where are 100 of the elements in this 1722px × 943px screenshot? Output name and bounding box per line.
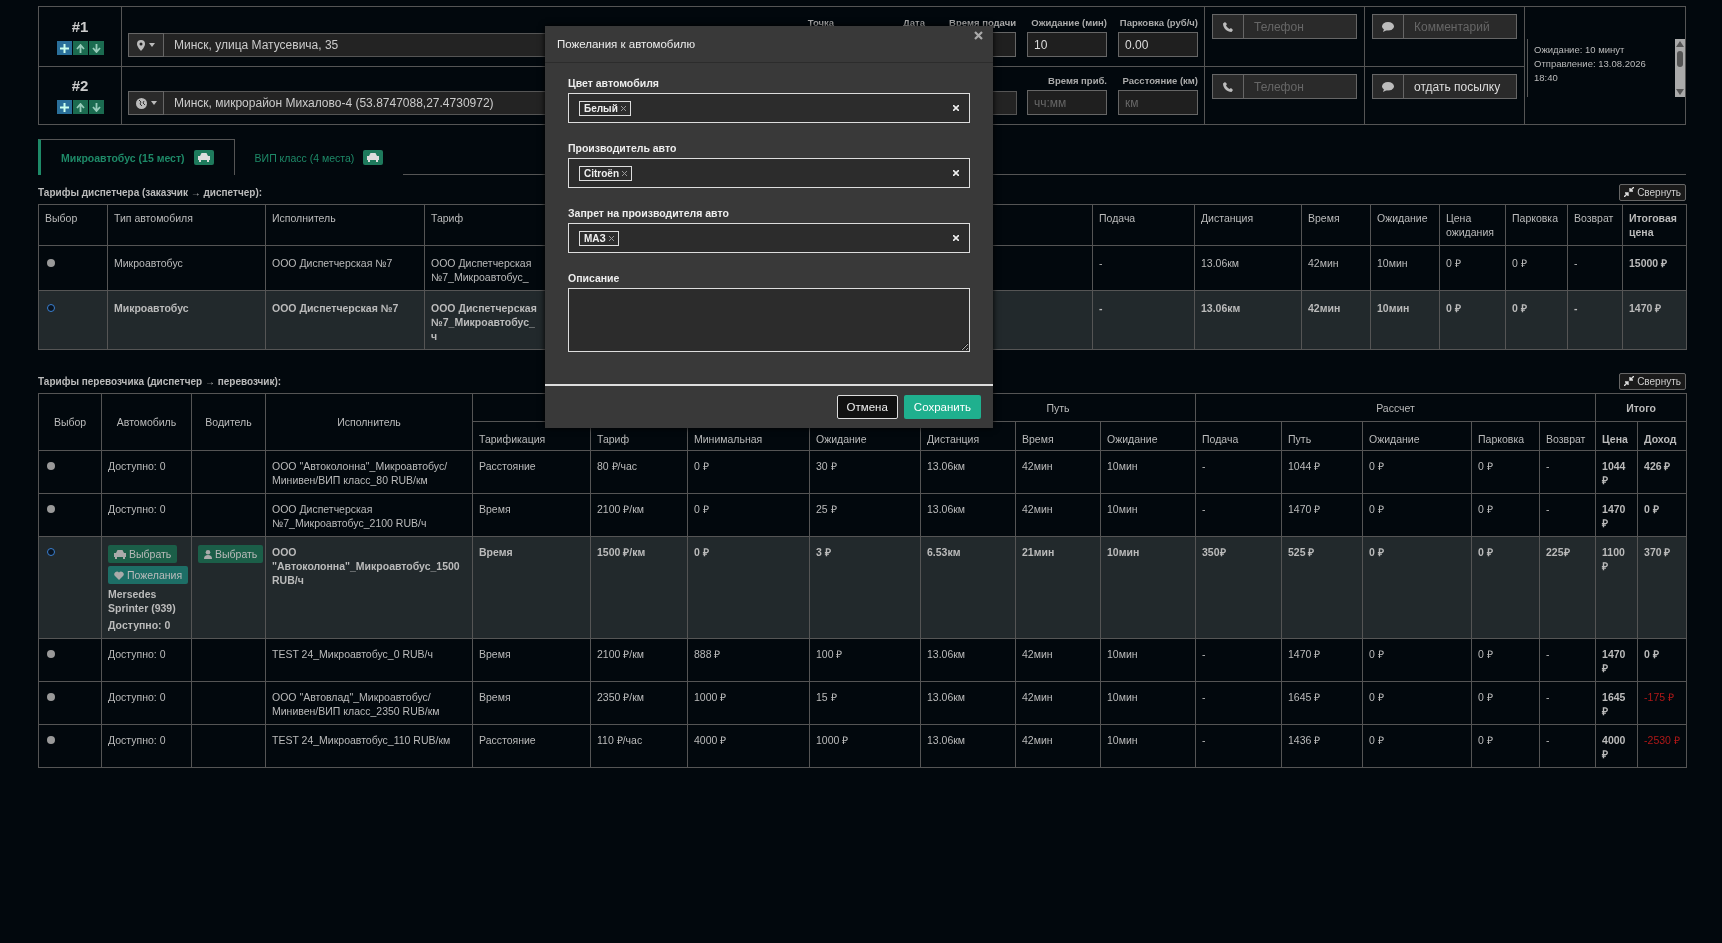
clear-icon[interactable]: [953, 235, 959, 241]
table-cell: Расстояние: [479, 733, 536, 747]
table-cell: 888 ₽: [694, 647, 721, 661]
table-cell: 15 ₽: [816, 690, 837, 704]
table-cell: 370 ₽: [1644, 545, 1671, 559]
cancel-button[interactable]: Отмена: [836, 395, 898, 419]
table-cell: 10мин: [1107, 459, 1138, 473]
table-cell: 0 ₽: [1478, 647, 1493, 661]
column-header: Итоговая цена: [1629, 212, 1677, 238]
table-cell: 2100 ₽/км: [597, 647, 644, 661]
add-stop-button[interactable]: [56, 41, 72, 55]
tag-chip[interactable]: МАЗ: [579, 230, 619, 246]
remove-icon[interactable]: [622, 170, 627, 176]
location-dropdown[interactable]: [128, 33, 164, 57]
radio-button[interactable]: [47, 259, 55, 267]
table-cell: -: [1574, 256, 1578, 270]
table-cell: 10мин: [1107, 502, 1138, 516]
phone-icon: [1223, 81, 1233, 92]
radio-button[interactable]: [47, 462, 55, 470]
table-cell: 525 ₽: [1288, 545, 1315, 559]
table-cell: 1500 ₽/км: [597, 545, 646, 559]
table-cell: 100 ₽: [816, 647, 843, 661]
move-down-button[interactable]: [88, 41, 104, 55]
text-field[interactable]: 10: [1027, 32, 1107, 57]
add-stop-button[interactable]: [56, 100, 72, 114]
globe-icon: [135, 97, 147, 109]
field-label: Парковка (руб/ч): [1119, 17, 1198, 28]
table-cell-text: ООО "Автоколонна"_Микроавтобус_1500 RUB/ч: [272, 545, 461, 587]
text-field[interactable]: км: [1118, 90, 1198, 115]
comment-field[interactable]: отдать посылку: [1404, 74, 1517, 99]
table-cell: 0 ₽: [1369, 690, 1384, 704]
tag-select[interactable]: МАЗ: [568, 223, 970, 253]
table-cell: 1000 ₽: [694, 690, 727, 704]
table-cell: 42мин: [1022, 733, 1053, 747]
table-cell: 6.53км: [927, 545, 961, 559]
table-cell: 1000 ₽: [816, 733, 849, 747]
table-cell: TEST 24_Микроавтобус_0 RUB/ч: [272, 647, 433, 661]
clear-icon[interactable]: [953, 105, 959, 111]
section-title: Тарифы перевозчика (диспетчер → перевозчик):: [38, 375, 282, 387]
table-cell: 10мин: [1377, 256, 1408, 270]
radio-button[interactable]: [47, 650, 55, 658]
availability-text: Доступно: 0: [108, 459, 166, 473]
choose-driver-button[interactable]: Выбрать: [198, 545, 264, 563]
column-header: Ожидание: [1107, 433, 1158, 445]
tag-chip[interactable]: Citroën: [579, 165, 632, 181]
plus-icon: [59, 102, 69, 112]
caret-icon: [149, 43, 155, 47]
collapse-button[interactable]: Свернуть: [1619, 183, 1686, 201]
column-header: Тариф: [431, 212, 464, 224]
move-up-button[interactable]: [72, 100, 88, 114]
radio-button[interactable]: [47, 693, 55, 701]
move-up-button[interactable]: [72, 41, 88, 55]
tag-select[interactable]: Citroën: [568, 158, 970, 188]
table-cell: 0 ₽: [1512, 256, 1527, 270]
table-cell: -: [1202, 690, 1206, 704]
choose-vehicle-button[interactable]: Выбрать: [108, 545, 178, 563]
description-field[interactable]: [568, 288, 970, 352]
column-header: Дистанция: [927, 433, 980, 445]
caret-icon: [150, 101, 157, 105]
table-cell: 426 ₽: [1644, 459, 1671, 473]
remove-icon[interactable]: [620, 105, 626, 111]
field-label: Цвет автомобиля: [568, 77, 660, 89]
move-down-button[interactable]: [88, 100, 104, 114]
text-field[interactable]: чч:мм: [1027, 90, 1107, 115]
location-dropdown[interactable]: [128, 91, 164, 115]
clear-icon[interactable]: [953, 170, 959, 176]
column-header: Ожидание: [1377, 212, 1428, 224]
table-cell: -: [1546, 733, 1550, 747]
phone-field[interactable]: Телефон: [1244, 14, 1357, 39]
table-cell: 225₽: [1546, 545, 1570, 559]
up-arrow-icon: [75, 102, 85, 112]
table-cell-text: ООО Диспетчерская №7_Микроавтобус_2100 RUB/ч: [272, 502, 428, 530]
close-icon[interactable]: [974, 31, 983, 40]
tag-select[interactable]: Белый: [568, 93, 970, 123]
field-label: Описание: [568, 272, 621, 284]
collapse-button[interactable]: Свернуть: [1619, 372, 1686, 390]
field-label: Время подачи: [949, 17, 1016, 28]
comment-field[interactable]: Комментарий: [1404, 14, 1517, 39]
radio-button[interactable]: [47, 736, 55, 744]
table-cell: 10мин: [1107, 545, 1140, 559]
vehicle-class-tab[interactable]: ВИП класс (4 места): [234, 140, 404, 175]
table-cell: 25 ₽: [816, 502, 837, 516]
text-field[interactable]: 0.00: [1118, 32, 1198, 57]
table-cell: 350₽: [1202, 545, 1226, 559]
stop-number: #1: [71, 18, 89, 35]
table-cell: -: [1546, 502, 1550, 516]
table-cell: 4000 ₽: [694, 733, 727, 747]
table-cell: 1470 ₽: [1288, 647, 1321, 661]
vehicle-class-tab[interactable]: Микроавтобус (15 мест): [38, 139, 235, 175]
table-cell: 10мин: [1107, 733, 1138, 747]
phone-field[interactable]: Телефон: [1244, 74, 1357, 99]
column-header: Подача: [1202, 433, 1239, 445]
remove-icon[interactable]: [608, 235, 614, 241]
column-group-header: Рассчет: [1376, 401, 1415, 414]
table-cell: 1470 ₽: [1629, 301, 1662, 315]
radio-button[interactable]: [47, 548, 55, 556]
table-cell: 2350 ₽/км: [597, 690, 644, 704]
radio-button[interactable]: [47, 304, 55, 312]
radio-button[interactable]: [47, 505, 55, 513]
tag-chip[interactable]: Белый: [579, 100, 631, 116]
